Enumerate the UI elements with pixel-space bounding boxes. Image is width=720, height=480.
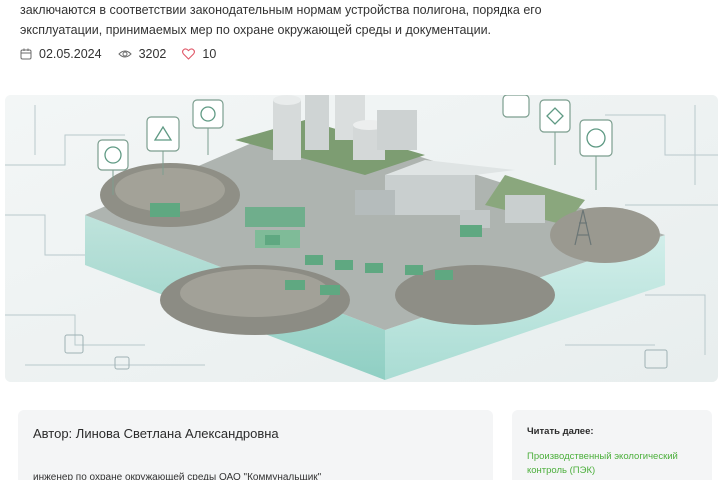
author-role: инженер по охране окружающей среды ОАО "…	[33, 472, 322, 480]
author-card: Автор: Линова Светлана Александровна инж…	[18, 410, 493, 480]
likes-meta[interactable]: 10	[182, 47, 216, 61]
views-count: 3202	[138, 47, 167, 61]
eye-icon	[117, 49, 132, 59]
views-meta: 3202	[117, 47, 167, 61]
intro-line: эксплуатации, принимаемых мер по охране …	[20, 23, 492, 37]
heart-icon[interactable]	[182, 48, 196, 60]
article-intro: заключаются в соответствии законодательн…	[20, 0, 710, 40]
article-meta: 02.05.2024 3202 10	[20, 47, 232, 61]
article-hero-image	[5, 95, 718, 382]
intro-line: заключаются в соответствии законодательн…	[20, 3, 542, 17]
date-value: 02.05.2024	[39, 47, 102, 61]
calendar-icon	[20, 48, 32, 60]
read-next-card: Читать далее: Производственный экологиче…	[512, 410, 712, 480]
date-meta: 02.05.2024	[20, 47, 102, 61]
likes-count: 10	[202, 47, 217, 61]
author-name: Автор: Линова Светлана Александровна	[33, 426, 279, 441]
read-next-title: Читать далее:	[527, 426, 594, 437]
read-next-link[interactable]: Производственный экологический контроль …	[527, 450, 697, 478]
